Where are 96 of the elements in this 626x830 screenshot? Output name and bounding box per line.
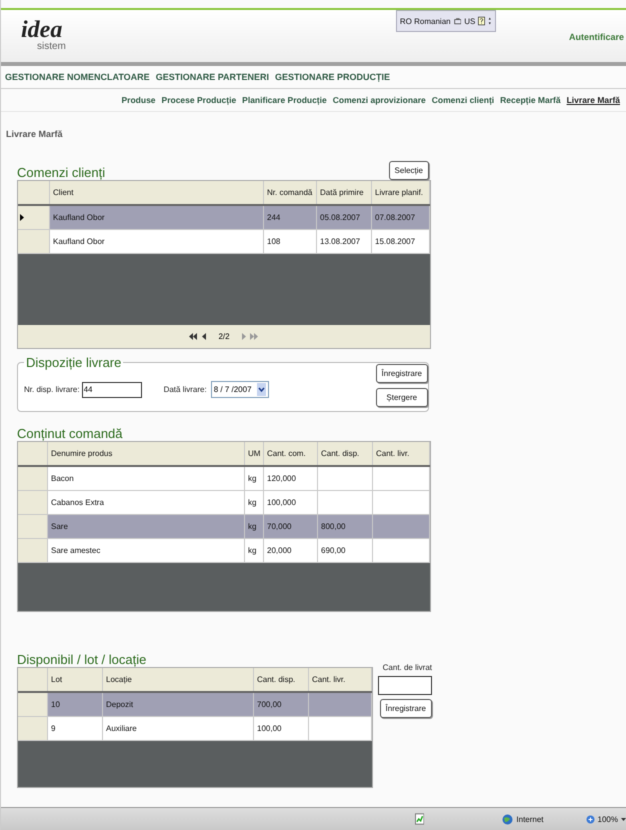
zoom-icon[interactable] bbox=[586, 814, 595, 824]
table-cell: 244 bbox=[264, 206, 317, 229]
row-header[interactable] bbox=[18, 717, 48, 740]
panel-legend: Dispoziție livrare bbox=[24, 355, 124, 370]
last-page-icon[interactable] bbox=[250, 333, 259, 340]
table-cell: kg bbox=[245, 515, 264, 538]
submenu-item[interactable]: Produse bbox=[122, 95, 156, 105]
table-cell: 10 bbox=[48, 693, 103, 716]
menu-item[interactable]: GESTIONARE PRODUCȚIE bbox=[275, 72, 390, 82]
input-field[interactable]: 44 bbox=[82, 382, 142, 398]
column-header[interactable]: UM bbox=[245, 442, 264, 465]
previous-page-icon[interactable] bbox=[202, 333, 206, 340]
column-header[interactable]: Cant. disp. bbox=[254, 668, 309, 691]
zone-label: Internet bbox=[516, 814, 544, 824]
column-header[interactable]: Client bbox=[50, 181, 264, 204]
table-cell: 120,000 bbox=[264, 467, 318, 490]
save-button[interactable]: Înregistrare bbox=[380, 699, 432, 718]
row-header[interactable] bbox=[18, 230, 50, 253]
dropdown-icon bbox=[256, 383, 266, 396]
column-header[interactable]: Cant. livr. bbox=[373, 442, 430, 465]
table-cell: 70,000 bbox=[264, 515, 318, 538]
table-cell: 20,000 bbox=[264, 539, 318, 562]
row-header[interactable] bbox=[18, 467, 48, 490]
globe-icon bbox=[502, 814, 514, 824]
field-label: Cant. de livrat bbox=[382, 663, 432, 672]
page-indicator: 2/2 bbox=[218, 332, 230, 341]
table-cell: 13.08.2007 bbox=[317, 230, 372, 253]
row-header[interactable] bbox=[18, 491, 48, 514]
date-picker[interactable]: 8 / 7 /2007 bbox=[210, 381, 269, 398]
column-header[interactable]: Livrare planif. bbox=[372, 181, 430, 204]
table-cell: Kaufland Obor bbox=[50, 206, 264, 229]
menu-item[interactable]: GESTIONARE PARTENERI bbox=[156, 72, 270, 82]
row-header[interactable] bbox=[18, 515, 48, 538]
table-row[interactable]: Sare kg 70,000 800,00 bbox=[18, 515, 430, 539]
row-header[interactable] bbox=[18, 539, 48, 562]
menu-item[interactable]: GESTIONARE NOMENCLATOARE bbox=[5, 72, 150, 82]
next-page-icon[interactable] bbox=[242, 333, 246, 340]
column-header[interactable]: Cant. livr. bbox=[309, 668, 372, 691]
table-row[interactable]: 10 Depozit 700,00 bbox=[18, 693, 372, 717]
table-row[interactable]: Bacon kg 120,000 bbox=[18, 467, 430, 491]
login-link[interactable]: Autentificare bbox=[568, 32, 624, 42]
options-icon[interactable] bbox=[488, 15, 492, 27]
submenu-item[interactable]: Planificare Producție bbox=[242, 95, 327, 105]
table-cell: 108 bbox=[264, 230, 317, 253]
column-header[interactable]: Locație bbox=[103, 668, 254, 691]
select-button[interactable]: Selecție bbox=[388, 161, 429, 180]
submenu-item[interactable]: Comenzi aprovizionare bbox=[332, 95, 426, 105]
table-cell: kg bbox=[245, 539, 264, 562]
help-icon[interactable] bbox=[478, 15, 486, 27]
table-cell: Auxiliare bbox=[103, 717, 254, 740]
page-title: Livrare Marfă bbox=[6, 129, 64, 139]
table-cell: 700,00 bbox=[254, 693, 309, 716]
document-icon bbox=[415, 813, 424, 825]
table-row[interactable]: Kaufland Obor 244 05.08.2007 07.08.2007 bbox=[18, 206, 430, 230]
table-cell: kg bbox=[245, 467, 264, 490]
save-button[interactable]: Înregistrare bbox=[376, 364, 428, 383]
column-header[interactable]: Lot bbox=[48, 668, 103, 691]
table-cell: Bacon bbox=[48, 467, 245, 490]
keyboard-icon bbox=[454, 16, 462, 26]
table-cell: 100,00 bbox=[254, 717, 309, 740]
delete-button[interactable]: Ștergere bbox=[376, 388, 428, 407]
table-cell: kg bbox=[245, 491, 264, 514]
zoom-level[interactable]: 100% bbox=[598, 814, 618, 824]
column-header[interactable]: Dată primire bbox=[317, 181, 372, 204]
table-cell: Cabanos Extra bbox=[48, 491, 245, 514]
column-header[interactable]: Denumire produs bbox=[48, 442, 245, 465]
table-cell: 9 bbox=[48, 717, 103, 740]
section-title: Disponibil / lot / locație bbox=[17, 652, 146, 667]
section-title: Conținut comandă bbox=[17, 426, 123, 441]
column-header[interactable]: Cant. disp. bbox=[318, 442, 373, 465]
row-header[interactable] bbox=[18, 693, 48, 716]
table-cell: 07.08.2007 bbox=[372, 206, 430, 229]
quantity-field[interactable] bbox=[378, 676, 432, 695]
submenu-item[interactable]: Comenzi clienți bbox=[432, 95, 494, 105]
column-header[interactable]: Cant. com. bbox=[264, 442, 318, 465]
field-label: Dată livrare: bbox=[164, 385, 207, 394]
column-header[interactable]: Nr. comandă bbox=[264, 181, 317, 204]
submenu-item[interactable]: Livrare Marfă bbox=[566, 95, 620, 105]
first-page-icon[interactable] bbox=[189, 333, 198, 340]
table-cell: Sare amestec bbox=[48, 539, 245, 562]
table-cell: 15.08.2007 bbox=[372, 230, 430, 253]
table-cell: 690,00 bbox=[318, 539, 373, 562]
submenu-item[interactable]: Recepție Marfă bbox=[500, 95, 561, 105]
field-label: Nr. disp. livrare: bbox=[24, 385, 80, 394]
section-title: Comenzi clienți bbox=[17, 165, 106, 180]
logo: idea sistem bbox=[21, 18, 66, 52]
row-header[interactable] bbox=[18, 206, 50, 229]
table-cell: Kaufland Obor bbox=[50, 230, 264, 253]
table-cell: Depozit bbox=[103, 693, 254, 716]
table-cell: 100,000 bbox=[264, 491, 318, 514]
table-cell: 800,00 bbox=[318, 515, 373, 538]
submenu-item[interactable]: Procese Producție bbox=[162, 95, 236, 105]
table-cell: Sare bbox=[48, 515, 245, 538]
table-cell: 05.08.2007 bbox=[317, 206, 372, 229]
caret-icon[interactable] bbox=[621, 818, 626, 820]
language-bar[interactable]: RO Romanian US bbox=[396, 10, 496, 32]
